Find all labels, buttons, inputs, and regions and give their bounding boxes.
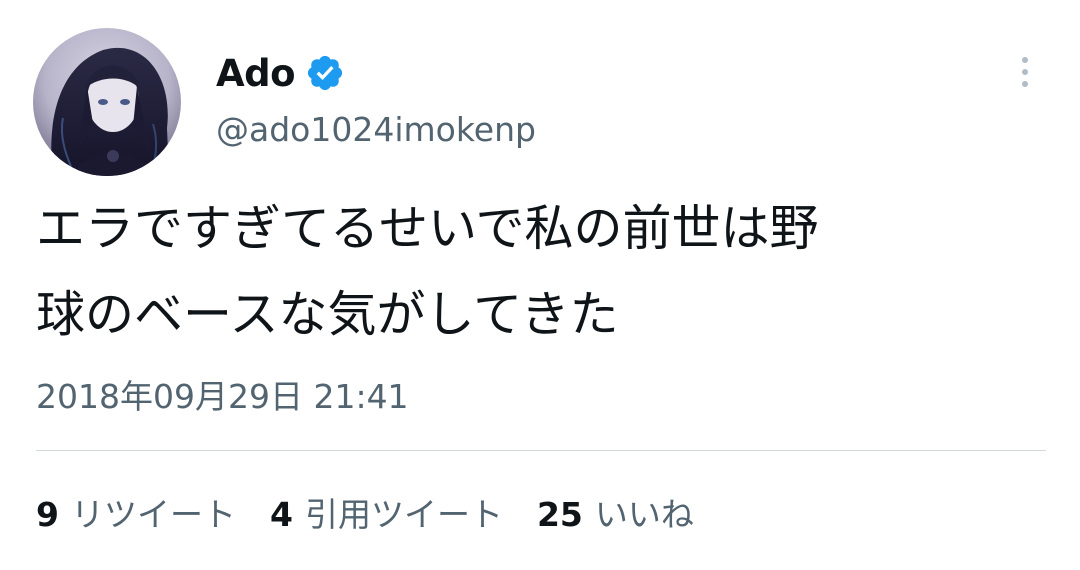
avatar[interactable] — [33, 28, 181, 176]
tweet-text-line: 球のベースな気がしてきた — [36, 286, 619, 343]
tweet-text: エラですぎてるせいで私の前世は野 球のベースな気がしてきた — [36, 186, 1046, 358]
quotes-label: 引用ツイート — [304, 495, 503, 534]
quotes-count: 4 — [269, 495, 293, 534]
divider — [36, 450, 1046, 451]
quotes-stat[interactable]: 4 引用ツイート — [270, 488, 503, 536]
tweet-card: Ado @ado1024imokenp エラですぎてるせいで私の前世は野 球のベ… — [0, 0, 1080, 570]
likes-label: いいね — [594, 495, 694, 534]
verified-badge-icon — [305, 53, 345, 93]
tweet-timestamp[interactable]: 2018年09月29日 21:41 — [36, 370, 409, 418]
user-name-row: Ado — [216, 48, 345, 98]
more-button[interactable] — [1005, 50, 1045, 96]
display-name[interactable]: Ado — [216, 52, 296, 95]
retweets-count: 9 — [36, 495, 59, 534]
tweet-text-line: エラですぎてるせいで私の前世は野 — [36, 200, 819, 257]
tweet-stats: 9 リツイート 4 引用ツイート 25 いいね — [36, 488, 728, 536]
more-vertical-icon — [1022, 57, 1028, 87]
user-handle[interactable]: @ado1024imokenp — [216, 110, 536, 149]
retweets-label: リツイート — [70, 495, 236, 534]
likes-stat[interactable]: 25 いいね — [537, 488, 694, 536]
avatar-icon — [33, 28, 181, 176]
likes-count: 25 — [536, 495, 583, 534]
retweets-stat[interactable]: 9 リツイート — [36, 488, 236, 536]
